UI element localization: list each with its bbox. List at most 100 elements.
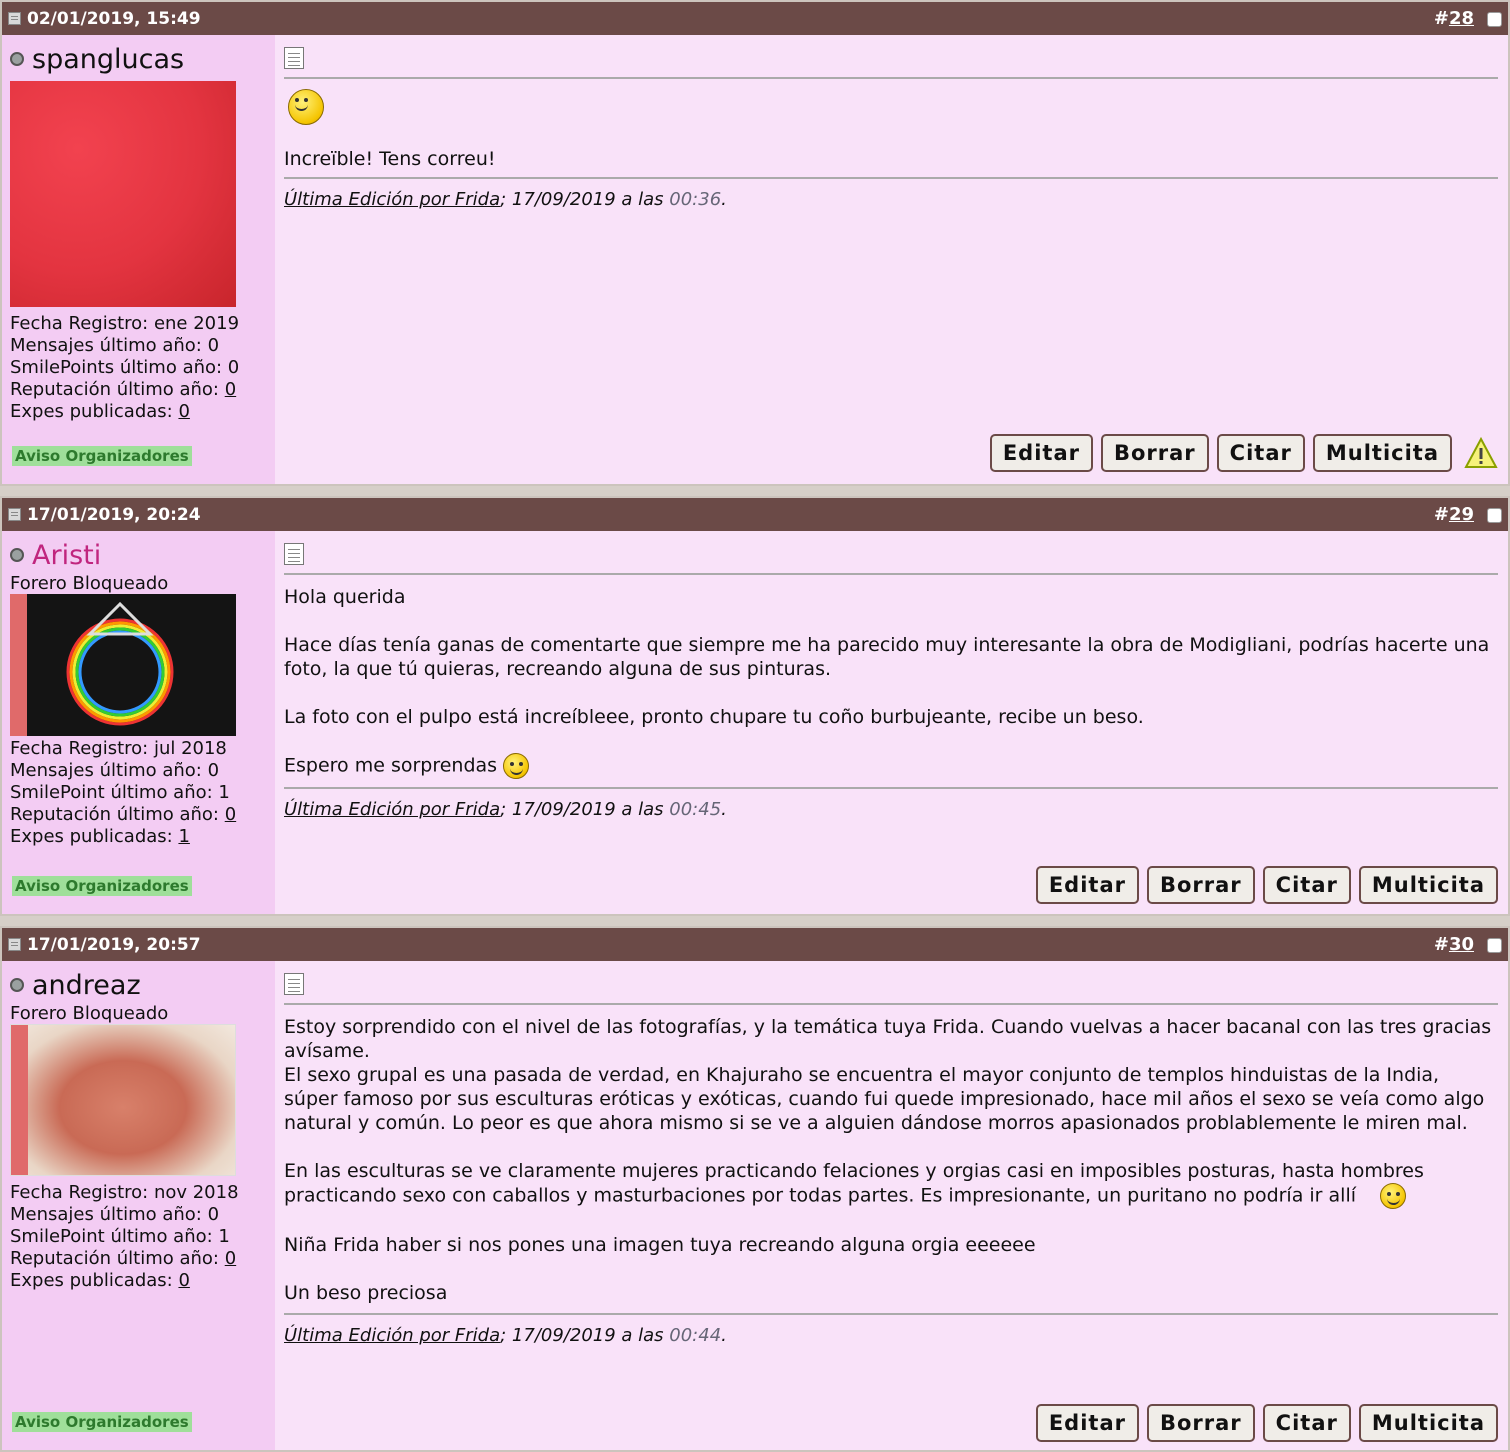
post-message: Estoy sorprendido con el nivel de las fo…: [284, 1016, 1492, 1304]
user-info: andreaz Forero Bloqueado Fecha Registro:…: [2, 961, 275, 1450]
post-28: 02/01/2019, 15:49 #28 spanglucas Fecha R…: [0, 0, 1510, 486]
user-title: Forero Bloqueado: [10, 573, 169, 594]
divider: [284, 177, 1498, 179]
divider: [284, 573, 1498, 575]
post-number: #28: [1433, 8, 1474, 29]
stat-expes: Expes publicadas: 1: [10, 826, 190, 847]
stat-mensajes: Mensajes último año: 0: [10, 335, 220, 356]
stat-registro: Fecha Registro: nov 2018: [10, 1182, 239, 1203]
stat-smilepoints: SmilePoints último año: 0: [10, 357, 240, 378]
edited-by-link[interactable]: Última Edición por Frida: [284, 189, 500, 210]
post-header: 17/01/2019, 20:24 #29: [2, 498, 1508, 531]
multiquote-checkbox[interactable]: [1487, 12, 1502, 27]
divider: [284, 77, 1498, 79]
post-29: 17/01/2019, 20:24 #29 Aristi Forero Bloq…: [0, 496, 1510, 916]
user-title: Forero Bloqueado: [10, 1003, 169, 1024]
delete-button[interactable]: Borrar: [1146, 866, 1255, 904]
user-stats: Fecha Registro: nov 2018 Mensajes último…: [10, 1182, 269, 1292]
post-number-link[interactable]: 28: [1449, 8, 1474, 29]
edit-button[interactable]: Editar: [1035, 866, 1139, 904]
edit-note: Última Edición por Frida; 17/09/2019 a l…: [284, 1325, 727, 1346]
multiquote-button[interactable]: Multicita: [1358, 1404, 1498, 1442]
divider: [284, 1313, 1498, 1315]
post-message: Hola querida Hace días tenía ganas de co…: [284, 585, 1498, 779]
quote-button[interactable]: Citar: [1216, 434, 1305, 472]
wink-smiley-icon: [1380, 1183, 1407, 1209]
edit-note: Última Edición por Frida; 17/09/2019 a l…: [284, 799, 727, 820]
post-status-icon: [8, 12, 21, 25]
delete-button[interactable]: Borrar: [1100, 434, 1209, 472]
post-content: Hola querida Hace días tenía ganas de co…: [275, 531, 1508, 914]
divider: [284, 1003, 1498, 1005]
stat-mensajes: Mensajes último año: 0: [10, 760, 220, 781]
edited-by-link[interactable]: Última Edición por Frida: [284, 1325, 500, 1346]
document-icon: [284, 543, 304, 565]
stat-mensajes: Mensajes último año: 0: [10, 1204, 220, 1225]
post-date: 17/01/2019, 20:57: [27, 934, 201, 955]
post-number-link[interactable]: 29: [1449, 504, 1474, 525]
stat-expes: Expes publicadas: 0: [10, 401, 190, 422]
document-icon: [284, 973, 304, 995]
post-number: #30: [1433, 934, 1474, 955]
stat-reputacion: Reputación último año: 0: [10, 804, 237, 825]
multiquote-checkbox[interactable]: [1487, 508, 1502, 523]
post-date: 17/01/2019, 20:24: [27, 504, 201, 525]
avatar[interactable]: [10, 1024, 236, 1176]
post-message: Increïble! Tens correu!: [284, 148, 496, 170]
multiquote-button[interactable]: Multicita: [1358, 866, 1498, 904]
edit-button[interactable]: Editar: [989, 434, 1093, 472]
avatar[interactable]: [10, 594, 236, 736]
quote-button[interactable]: Citar: [1262, 1404, 1351, 1442]
username-link[interactable]: andreaz: [32, 970, 141, 1001]
wink-smiley-icon: [503, 753, 530, 779]
offline-status-icon: [10, 978, 24, 992]
multiquote-button[interactable]: Multicita: [1312, 434, 1452, 472]
expes-link[interactable]: 1: [178, 826, 189, 847]
reputacion-link[interactable]: 0: [225, 379, 236, 400]
aviso-organizadores-button[interactable]: Aviso Organizadores: [12, 1412, 192, 1432]
post-actions: Editar Borrar Citar Multicita: [989, 434, 1498, 472]
edited-by-link[interactable]: Última Edición por Frida: [284, 799, 500, 820]
wink-smiley-icon: [288, 89, 324, 125]
post-date: 02/01/2019, 15:49: [27, 8, 201, 29]
edit-note: Última Edición por Frida; 17/09/2019 a l…: [284, 189, 727, 210]
post-status-icon: [8, 938, 21, 951]
delete-button[interactable]: Borrar: [1146, 1404, 1255, 1442]
post-number-link[interactable]: 30: [1449, 934, 1474, 955]
stat-reputacion: Reputación último año: 0: [10, 1248, 237, 1269]
stat-expes: Expes publicadas: 0: [10, 1270, 190, 1291]
offline-status-icon: [10, 52, 24, 66]
post-actions: Editar Borrar Citar Multicita: [1035, 866, 1498, 904]
expes-link[interactable]: 0: [178, 1270, 189, 1291]
report-warning-icon[interactable]: [1464, 436, 1498, 469]
user-stats: Fecha Registro: jul 2018 Mensajes último…: [10, 738, 269, 848]
avatar[interactable]: [10, 81, 236, 307]
username-link[interactable]: spanglucas: [32, 44, 184, 75]
post-actions: Editar Borrar Citar Multicita: [1035, 1404, 1498, 1442]
user-info: spanglucas Fecha Registro: ene 2019 Mens…: [2, 35, 275, 484]
post-content: Estoy sorprendido con el nivel de las fo…: [275, 961, 1508, 1450]
user-stats: Fecha Registro: ene 2019 Mensajes último…: [10, 313, 269, 423]
user-info: Aristi Forero Bloqueado Fecha Registro: …: [2, 531, 275, 914]
aviso-organizadores-button[interactable]: Aviso Organizadores: [12, 876, 192, 896]
post-number: #29: [1433, 504, 1474, 525]
expes-link[interactable]: 0: [178, 401, 189, 422]
stat-reputacion: Reputación último año: 0: [10, 379, 237, 400]
reputacion-link[interactable]: 0: [225, 1248, 236, 1269]
post-30: 17/01/2019, 20:57 #30 andreaz Forero Blo…: [0, 926, 1510, 1452]
post-content: Increïble! Tens correu! Última Edición p…: [275, 35, 1508, 484]
post-header: 17/01/2019, 20:57 #30: [2, 928, 1508, 961]
stat-smilepoints: SmilePoint último año: 1: [10, 1226, 230, 1247]
stat-smilepoints: SmilePoint último año: 1: [10, 782, 230, 803]
stat-registro: Fecha Registro: jul 2018: [10, 738, 227, 759]
multiquote-checkbox[interactable]: [1487, 938, 1502, 953]
edit-button[interactable]: Editar: [1035, 1404, 1139, 1442]
reputacion-link[interactable]: 0: [225, 804, 236, 825]
username-link[interactable]: Aristi: [32, 540, 101, 571]
divider: [284, 787, 1498, 789]
aviso-organizadores-button[interactable]: Aviso Organizadores: [12, 446, 192, 466]
quote-button[interactable]: Citar: [1262, 866, 1351, 904]
post-header: 02/01/2019, 15:49 #28: [2, 2, 1508, 35]
offline-status-icon: [10, 548, 24, 562]
document-icon: [284, 47, 304, 69]
